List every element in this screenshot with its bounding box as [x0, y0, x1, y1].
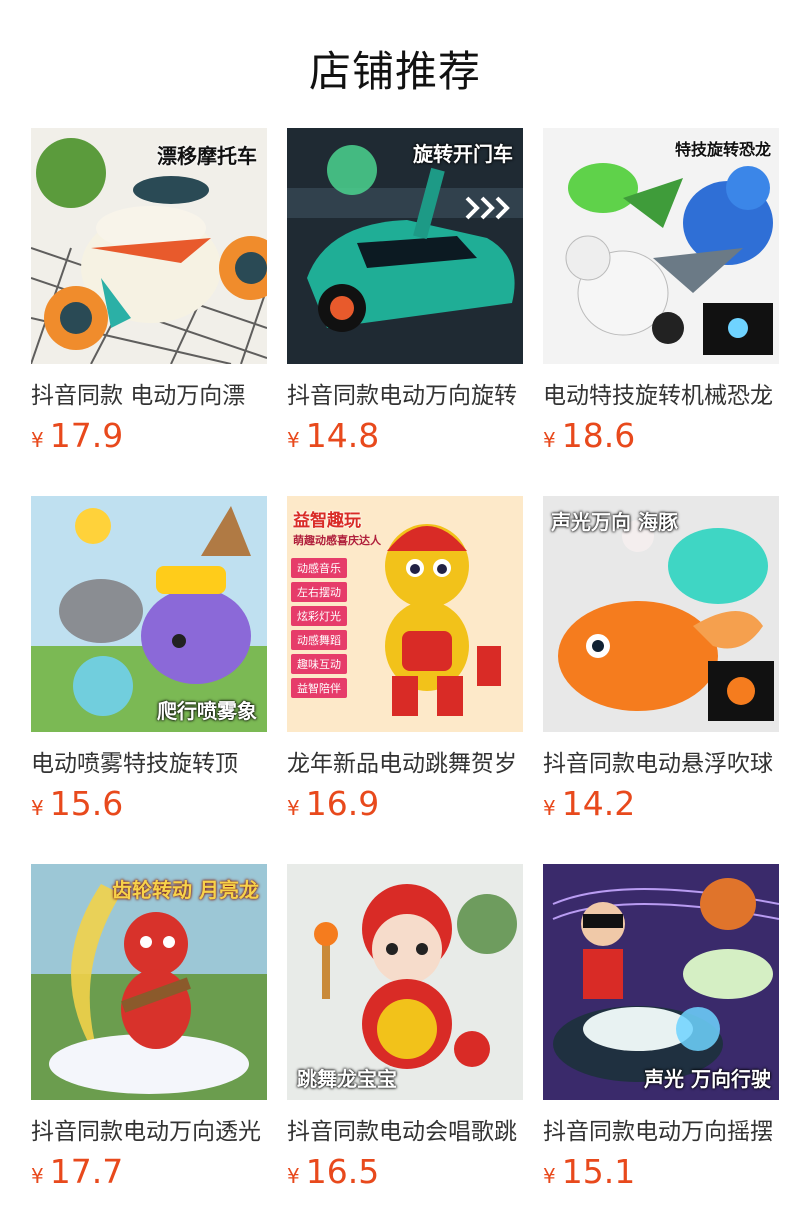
currency-symbol: ¥: [543, 1164, 556, 1188]
product-image[interactable]: 益智趣玩 萌趣动感喜庆达人 动感音乐 左右摆动 炫彩灯光 动感舞蹈 趣味互动 益…: [287, 496, 523, 732]
currency-symbol: ¥: [287, 796, 300, 820]
price-value: 17.7: [49, 1152, 124, 1191]
currency-symbol: ¥: [287, 1164, 300, 1188]
feature-tag-list: 动感音乐 左右摆动 炫彩灯光 动感舞蹈 趣味互动 益智陪伴: [291, 558, 347, 698]
currency-symbol: ¥: [31, 1164, 44, 1188]
currency-symbol: ¥: [31, 796, 44, 820]
product-badge: 特技旋转恐龙: [674, 140, 771, 159]
page-title: 店铺推荐: [308, 47, 481, 96]
price-value: 17.9: [49, 416, 124, 455]
product-image[interactable]: 爬行喷雾象: [31, 496, 267, 732]
product-image[interactable]: 特技旋转恐龙: [543, 128, 779, 364]
price-value: 16.5: [305, 1152, 380, 1191]
product-badge: 跳舞龙宝宝: [297, 1067, 397, 1091]
product-name[interactable]: 电动喷雾特技旋转顶: [31, 744, 267, 778]
price-value: 15.6: [49, 784, 124, 823]
product-tagline: 萌趣动感喜庆达人: [293, 534, 381, 547]
product-card[interactable]: 旋转开门车 抖音同款电动万向旋转 ¥14.8: [287, 128, 523, 455]
price-value: 15.1: [561, 1152, 636, 1191]
feature-tag: 炫彩灯光: [291, 606, 347, 626]
product-price: ¥15.1: [543, 1152, 635, 1191]
product-card[interactable]: 特技旋转恐龙 电动特技旋转机械恐龙 ¥18.6: [543, 128, 779, 455]
product-image[interactable]: 声光 万向行驶: [543, 864, 779, 1100]
price-value: 14.8: [305, 416, 380, 455]
product-badge: 旋转开门车: [413, 142, 513, 166]
product-image[interactable]: 声光万向 海豚: [543, 496, 779, 732]
price-value: 16.9: [305, 784, 380, 823]
currency-symbol: ¥: [31, 428, 44, 452]
product-card[interactable]: 声光 万向行驶 抖音同款电动万向摇摆 ¥15.1: [543, 864, 779, 1191]
price-value: 18.6: [561, 416, 636, 455]
product-name[interactable]: 抖音同款电动悬浮吹球: [543, 744, 779, 778]
product-name[interactable]: 抖音同款电动万向透光: [31, 1112, 267, 1146]
product-card[interactable]: 爬行喷雾象 电动喷雾特技旋转顶 ¥15.6: [31, 496, 267, 823]
feature-tag: 动感舞蹈: [291, 630, 347, 650]
product-card[interactable]: 齿轮转动 月亮龙 抖音同款电动万向透光 ¥17.7: [31, 864, 267, 1191]
product-name[interactable]: 抖音同款电动会唱歌跳: [287, 1112, 523, 1146]
product-price: ¥17.7: [31, 1152, 123, 1191]
product-card[interactable]: 跳舞龙宝宝 抖音同款电动会唱歌跳 ¥16.5: [287, 864, 523, 1191]
feature-tag: 左右摆动: [291, 582, 347, 602]
currency-symbol: ¥: [287, 428, 300, 452]
product-image[interactable]: 漂移摩托车: [31, 128, 267, 364]
price-value: 14.2: [561, 784, 636, 823]
product-card[interactable]: 益智趣玩 萌趣动感喜庆达人 动感音乐 左右摆动 炫彩灯光 动感舞蹈 趣味互动 益…: [287, 496, 523, 823]
product-price: ¥14.2: [543, 784, 635, 823]
product-badge: 声光 万向行驶: [644, 1067, 771, 1091]
product-badge: 齿轮转动 月亮龙: [112, 878, 259, 902]
product-price: ¥18.6: [543, 416, 635, 455]
currency-symbol: ¥: [543, 428, 556, 452]
product-image[interactable]: 跳舞龙宝宝: [287, 864, 523, 1100]
product-card[interactable]: 漂移摩托车 抖音同款 电动万向漂 ¥17.9: [31, 128, 267, 455]
product-image[interactable]: 旋转开门车: [287, 128, 523, 364]
product-image[interactable]: 齿轮转动 月亮龙: [31, 864, 267, 1100]
product-price: ¥16.9: [287, 784, 379, 823]
product-badge: 爬行喷雾象: [157, 699, 257, 723]
product-badge: 声光万向 海豚: [551, 510, 678, 534]
product-name[interactable]: 抖音同款 电动万向漂: [31, 376, 267, 410]
product-name[interactable]: 电动特技旋转机械恐龙: [543, 376, 779, 410]
product-badge: 益智趣玩: [293, 511, 361, 531]
product-price: ¥15.6: [31, 784, 123, 823]
feature-tag: 动感音乐: [291, 558, 347, 578]
product-price: ¥17.9: [31, 416, 123, 455]
product-price: ¥14.8: [287, 416, 379, 455]
currency-symbol: ¥: [543, 796, 556, 820]
product-badge: 漂移摩托车: [157, 144, 257, 168]
product-name[interactable]: 抖音同款电动万向摇摆: [543, 1112, 779, 1146]
feature-tag: 益智陪伴: [291, 678, 347, 698]
product-name[interactable]: 龙年新品电动跳舞贺岁: [287, 744, 523, 778]
product-price: ¥16.5: [287, 1152, 379, 1191]
feature-tag: 趣味互动: [291, 654, 347, 674]
product-card[interactable]: 声光万向 海豚 抖音同款电动悬浮吹球 ¥14.2: [543, 496, 779, 823]
product-name[interactable]: 抖音同款电动万向旋转: [287, 376, 523, 410]
